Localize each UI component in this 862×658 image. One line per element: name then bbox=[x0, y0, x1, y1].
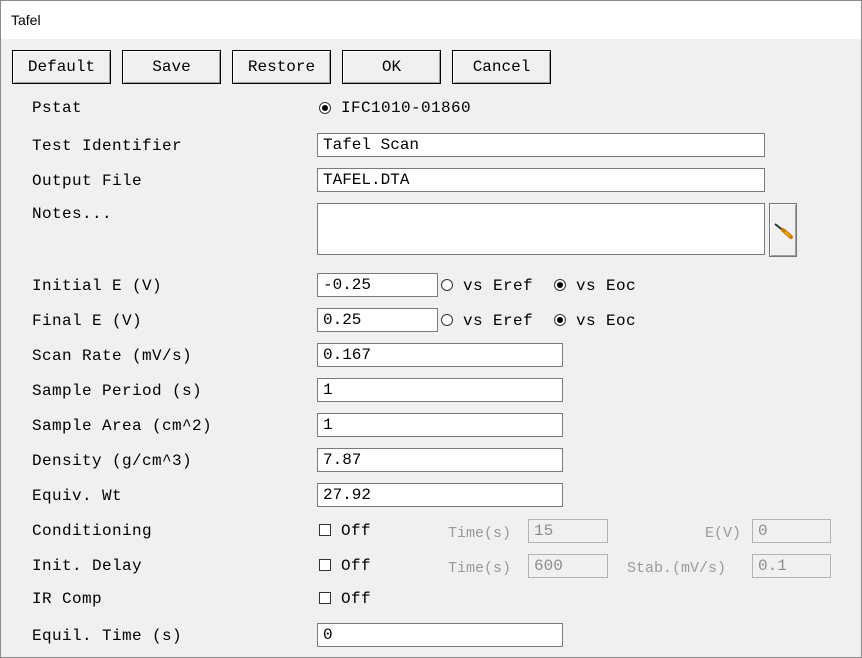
conditioning-checkbox-label: Off bbox=[341, 522, 372, 540]
initial-e-vs-eoc-label: vs Eoc bbox=[576, 277, 637, 295]
test-identifier-input[interactable]: Tafel Scan bbox=[317, 133, 765, 157]
equil-time-label: Equil. Time (s) bbox=[32, 627, 183, 645]
conditioning-label: Conditioning bbox=[32, 522, 153, 540]
test-identifier-label: Test Identifier bbox=[32, 137, 183, 155]
init-delay-stab-input[interactable]: 0.1 bbox=[752, 554, 831, 578]
final-e-vs-eref-label: vs Eref bbox=[463, 312, 534, 330]
cancel-button[interactable]: Cancel bbox=[452, 50, 551, 84]
initial-e-input[interactable]: -0.25 bbox=[317, 273, 438, 297]
restore-button[interactable]: Restore bbox=[232, 50, 331, 84]
title-bar: Tafel bbox=[1, 1, 861, 39]
output-file-label: Output File bbox=[32, 172, 143, 190]
output-file-input[interactable]: TAFEL.DTA bbox=[317, 168, 765, 192]
init-delay-checkbox-label: Off bbox=[341, 557, 372, 575]
density-input[interactable]: 7.87 bbox=[317, 448, 563, 472]
sample-area-input[interactable]: 1 bbox=[317, 413, 563, 437]
sample-area-label: Sample Area (cm^2) bbox=[32, 417, 213, 435]
final-e-input[interactable]: 0.25 bbox=[317, 308, 438, 332]
sample-period-label: Sample Period (s) bbox=[32, 382, 203, 400]
final-e-vs-eref-radio[interactable] bbox=[441, 314, 453, 326]
equiv-wt-input[interactable]: 27.92 bbox=[317, 483, 563, 507]
notes-edit-button[interactable] bbox=[769, 203, 797, 257]
ok-button[interactable]: OK bbox=[342, 50, 441, 84]
equiv-wt-label: Equiv. Wt bbox=[32, 487, 123, 505]
conditioning-checkbox[interactable] bbox=[319, 524, 331, 536]
init-delay-label: Init. Delay bbox=[32, 557, 143, 575]
sample-period-input[interactable]: 1 bbox=[317, 378, 563, 402]
conditioning-e-label: E(V) bbox=[705, 525, 742, 542]
conditioning-e-input[interactable]: 0 bbox=[752, 519, 831, 543]
screwdriver-icon bbox=[774, 223, 793, 239]
init-delay-time-label: Time(s) bbox=[448, 560, 512, 577]
ir-comp-checkbox[interactable] bbox=[319, 592, 331, 604]
equil-time-input[interactable]: 0 bbox=[317, 623, 563, 647]
pstat-label: Pstat bbox=[32, 99, 83, 117]
pstat-option-label: IFC1010-01860 bbox=[341, 99, 472, 117]
initial-e-vs-eref-radio[interactable] bbox=[441, 279, 453, 291]
ir-comp-checkbox-label: Off bbox=[341, 590, 372, 608]
init-delay-checkbox[interactable] bbox=[319, 559, 331, 571]
scan-rate-label: Scan Rate (mV/s) bbox=[32, 347, 193, 365]
init-delay-stab-label: Stab.(mV/s) bbox=[627, 560, 727, 577]
conditioning-time-label: Time(s) bbox=[448, 525, 512, 542]
final-e-label: Final E (V) bbox=[32, 312, 143, 330]
ir-comp-label: IR Comp bbox=[32, 590, 103, 608]
initial-e-label: Initial E (V) bbox=[32, 277, 163, 295]
density-label: Density (g/cm^3) bbox=[32, 452, 193, 470]
final-e-vs-eoc-label: vs Eoc bbox=[576, 312, 637, 330]
initial-e-vs-eoc-radio[interactable] bbox=[554, 279, 566, 291]
final-e-vs-eoc-radio[interactable] bbox=[554, 314, 566, 326]
init-delay-time-input[interactable]: 600 bbox=[528, 554, 608, 578]
window-title: Tafel bbox=[11, 12, 41, 28]
save-button[interactable]: Save bbox=[122, 50, 221, 84]
default-button[interactable]: Default bbox=[12, 50, 111, 84]
scan-rate-input[interactable]: 0.167 bbox=[317, 343, 563, 367]
pstat-radio[interactable] bbox=[319, 102, 331, 114]
tafel-dialog: Tafel Default Save Restore OK Cancel Pst… bbox=[0, 0, 862, 658]
conditioning-time-input[interactable]: 15 bbox=[528, 519, 608, 543]
notes-label: Notes... bbox=[32, 205, 113, 223]
initial-e-vs-eref-label: vs Eref bbox=[463, 277, 534, 295]
notes-textarea[interactable] bbox=[317, 203, 765, 255]
